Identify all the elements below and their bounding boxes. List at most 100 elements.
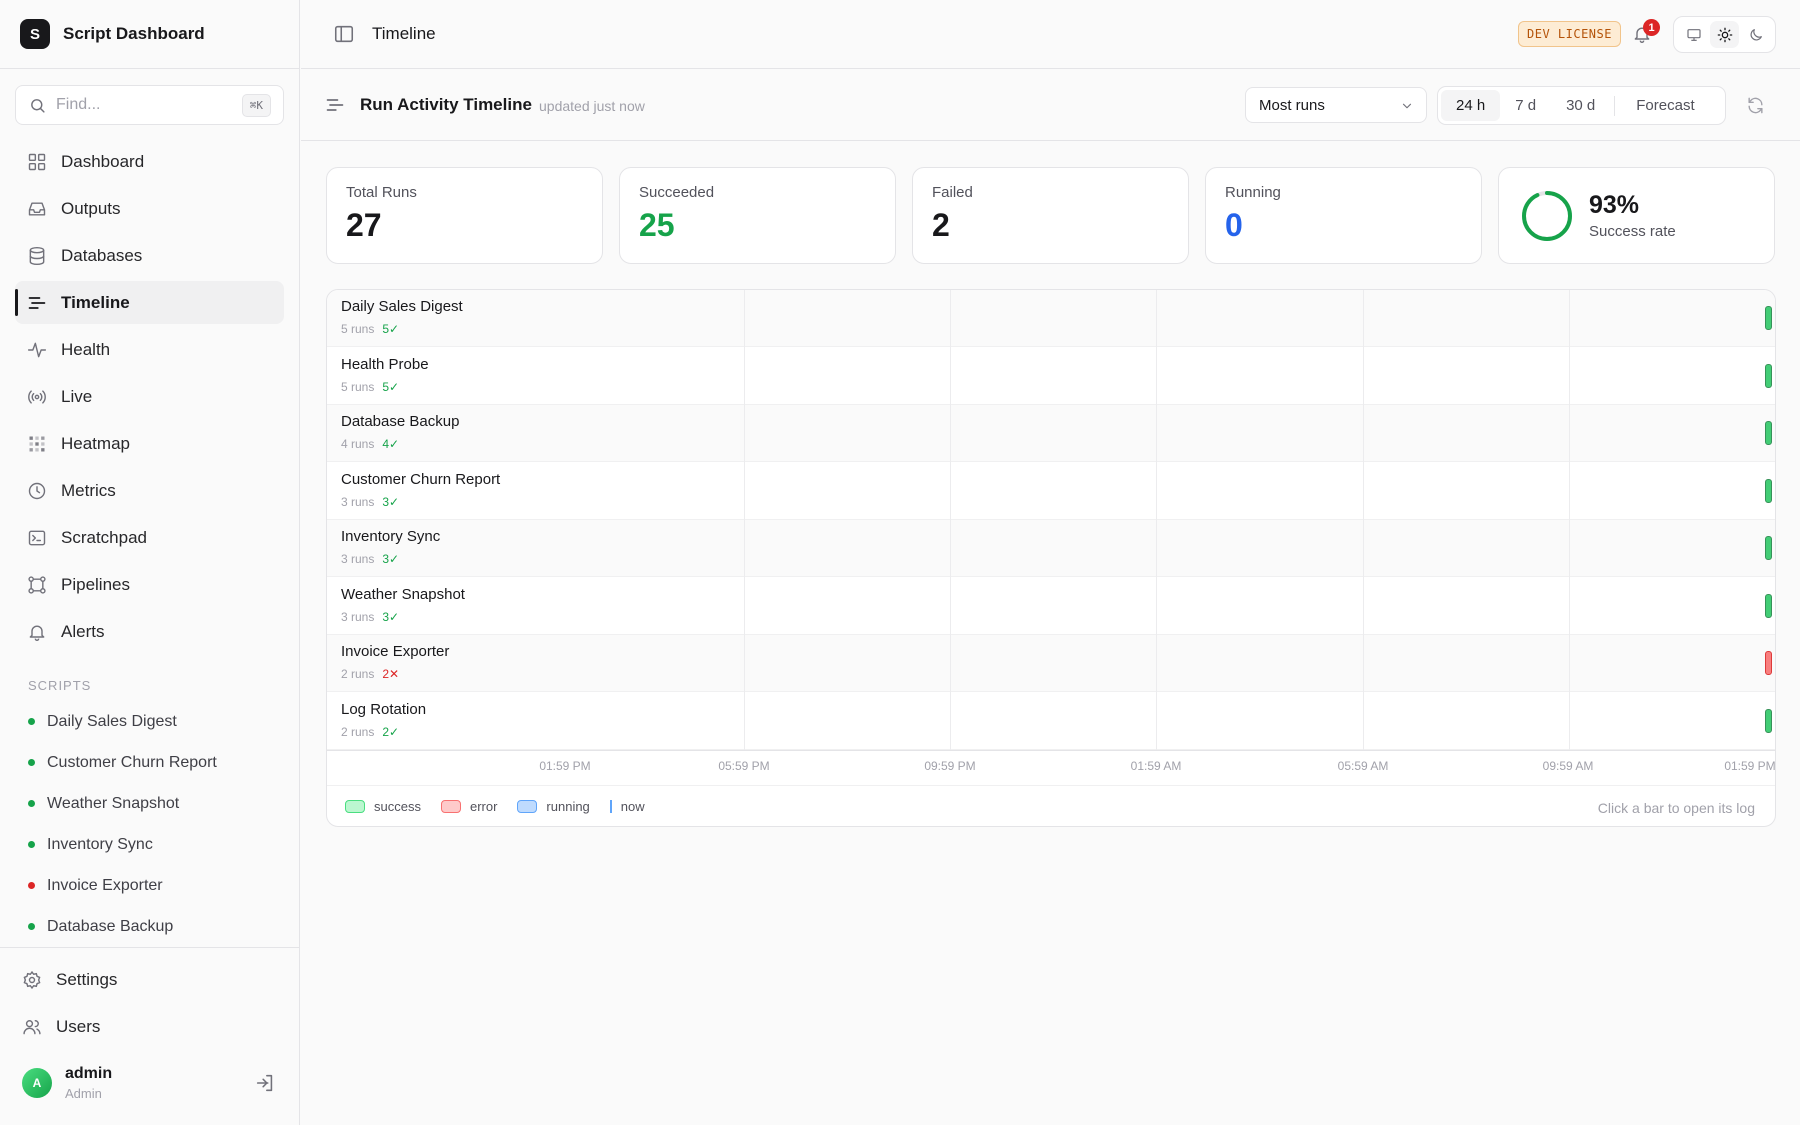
- nav-item-heatmap[interactable]: Heatmap: [15, 422, 284, 465]
- run-bar-success[interactable]: [1765, 536, 1772, 560]
- result-count: 3✓: [382, 552, 400, 566]
- range-24h-button[interactable]: 24 h: [1441, 90, 1501, 121]
- timeline-row: Customer Churn Report 3 runs 3✓: [327, 463, 1775, 520]
- theme-light-button[interactable]: [1710, 21, 1739, 48]
- run-count: 3 runs: [341, 552, 375, 566]
- app-logo: S: [20, 19, 50, 49]
- nav-item-settings[interactable]: Settings: [10, 958, 290, 1001]
- logout-icon[interactable]: [254, 1072, 276, 1094]
- theme-system-button[interactable]: [1679, 21, 1708, 48]
- nav-item-health[interactable]: Health: [15, 328, 284, 371]
- nav-item-alerts[interactable]: Alerts: [15, 610, 284, 653]
- nav-item-timeline[interactable]: Timeline: [15, 281, 284, 324]
- pulse-icon: [27, 342, 47, 357]
- script-item[interactable]: Customer Churn Report: [28, 742, 278, 783]
- nav-item-pipelines[interactable]: Pipelines: [15, 563, 284, 606]
- timeline-row-name: Inventory Sync: [341, 528, 441, 545]
- timeline-row: Health Probe 5 runs 5✓: [327, 348, 1775, 405]
- script-item-label: Weather Snapshot: [47, 794, 180, 812]
- legend-item-now: now: [609, 799, 645, 814]
- legend-label: error: [469, 799, 498, 814]
- run-bar-success[interactable]: [1765, 708, 1772, 733]
- scripts-list: Daily Sales Digest Customer Churn Report…: [28, 701, 278, 947]
- run-bar-success[interactable]: [1765, 421, 1772, 445]
- timeline-icon: [326, 99, 344, 111]
- forecast-button[interactable]: Forecast: [1621, 90, 1709, 121]
- broadcast-icon: [28, 389, 46, 404]
- run-bar-error[interactable]: [1765, 651, 1772, 675]
- run-timeline: Daily Sales Digest 5 runs 5✓ Health Probe 5 …: [326, 289, 1776, 827]
- timeline-gridline: [1568, 290, 1570, 750]
- nav-item-metrics[interactable]: Metrics: [15, 469, 284, 512]
- sort-select-value: Most runs: [1259, 96, 1325, 114]
- nav-item-scratchpad[interactable]: Scratchpad: [15, 516, 284, 559]
- clock-icon: [28, 482, 46, 499]
- status-dot: [28, 923, 35, 930]
- chevron-down-icon: [1402, 103, 1412, 109]
- run-count: 5 runs: [341, 322, 375, 336]
- run-bar-success[interactable]: [1765, 363, 1772, 388]
- range-7d-button[interactable]: 7 d: [1500, 90, 1551, 121]
- script-item-label: Inventory Sync: [47, 835, 153, 853]
- legend-item-success: success: [345, 799, 421, 814]
- timeline-row: Weather Snapshot 3 runs 3✓: [327, 578, 1775, 635]
- nav-item-label: Databases: [61, 245, 143, 265]
- user-name: admin: [65, 1065, 113, 1082]
- refresh-icon[interactable]: [1746, 96, 1765, 115]
- timeline-row-meta: 2 runs 2✓: [341, 725, 399, 739]
- theme-dark-button[interactable]: [1741, 21, 1770, 48]
- stat-card-failed: Failed 2: [912, 167, 1189, 264]
- run-bar-success[interactable]: [1765, 306, 1772, 330]
- timeline-row-meta: 2 runs 2✕: [341, 667, 399, 681]
- nav-item-dashboard[interactable]: Dashboard: [15, 140, 284, 183]
- nav-item-live[interactable]: Live: [15, 375, 284, 418]
- nav-item-label: Metrics: [61, 480, 116, 500]
- search-box[interactable]: ⌘K: [15, 85, 284, 125]
- stat-label: Failed: [932, 184, 973, 201]
- run-bar-success[interactable]: [1765, 478, 1772, 503]
- search-input[interactable]: [56, 96, 216, 114]
- script-item[interactable]: Invoice Exporter: [28, 865, 278, 906]
- timeline-icon: [28, 296, 46, 309]
- range-30d-button[interactable]: 30 d: [1551, 90, 1610, 121]
- timeline-row-meta: 5 runs 5✓: [341, 322, 399, 336]
- run-count: 2 runs: [341, 724, 375, 739]
- sidebar-toggle-icon[interactable]: [333, 23, 355, 45]
- stat-value: 2: [932, 207, 950, 243]
- timeline-time-axis: 01:59 PM 05:59 PM 09:59 PM 01:59 AM 05:59 AM…: [327, 750, 1775, 786]
- heatmap-icon: [29, 436, 45, 451]
- timeline-gridline: [1775, 290, 1776, 750]
- legend-item-error: error: [440, 799, 498, 814]
- script-item[interactable]: Daily Sales Digest: [28, 701, 278, 742]
- script-item[interactable]: Weather Snapshot: [28, 783, 278, 824]
- timeline-row: Daily Sales Digest 5 runs 5✓: [327, 290, 1775, 347]
- sort-select[interactable]: Most runs: [1245, 87, 1427, 123]
- timeline-gridline: [950, 290, 952, 750]
- stat-value: 27: [346, 207, 382, 243]
- stat-label: Running: [1225, 184, 1281, 201]
- database-icon: [29, 246, 45, 265]
- nav-item-users[interactable]: Users: [10, 1005, 290, 1048]
- nav-item-label: Pipelines: [61, 574, 130, 594]
- run-bar-success[interactable]: [1765, 593, 1772, 618]
- timeline-gridline: [744, 290, 745, 750]
- section-title: Run Activity Timeline: [360, 95, 532, 114]
- script-item-label: Invoice Exporter: [47, 876, 163, 894]
- nav-item-databases[interactable]: Databases: [15, 234, 284, 277]
- nav-item-label: Alerts: [61, 621, 105, 641]
- legend-swatch: [440, 800, 461, 813]
- result-count: 5✓: [382, 379, 400, 394]
- user-profile[interactable]: A admin Admin: [22, 1060, 282, 1106]
- nav-item-outputs[interactable]: Outputs: [15, 187, 284, 230]
- brand[interactable]: S Script Dashboard: [0, 0, 299, 69]
- page-header: Run Activity Timeline updated just now M…: [301, 70, 1800, 141]
- timeline-row: Database Backup 4 runs 4✓: [327, 405, 1775, 462]
- timeline-legend: success error running now: [345, 799, 665, 814]
- script-item[interactable]: Inventory Sync: [28, 824, 278, 865]
- nav-item-label: Outputs: [61, 198, 121, 218]
- legend-item-running: running: [517, 799, 590, 814]
- run-count: 3 runs: [341, 609, 375, 624]
- legend-swatch: [345, 800, 365, 813]
- script-item-label: Daily Sales Digest: [47, 712, 177, 730]
- script-item[interactable]: Database Backup: [28, 906, 278, 947]
